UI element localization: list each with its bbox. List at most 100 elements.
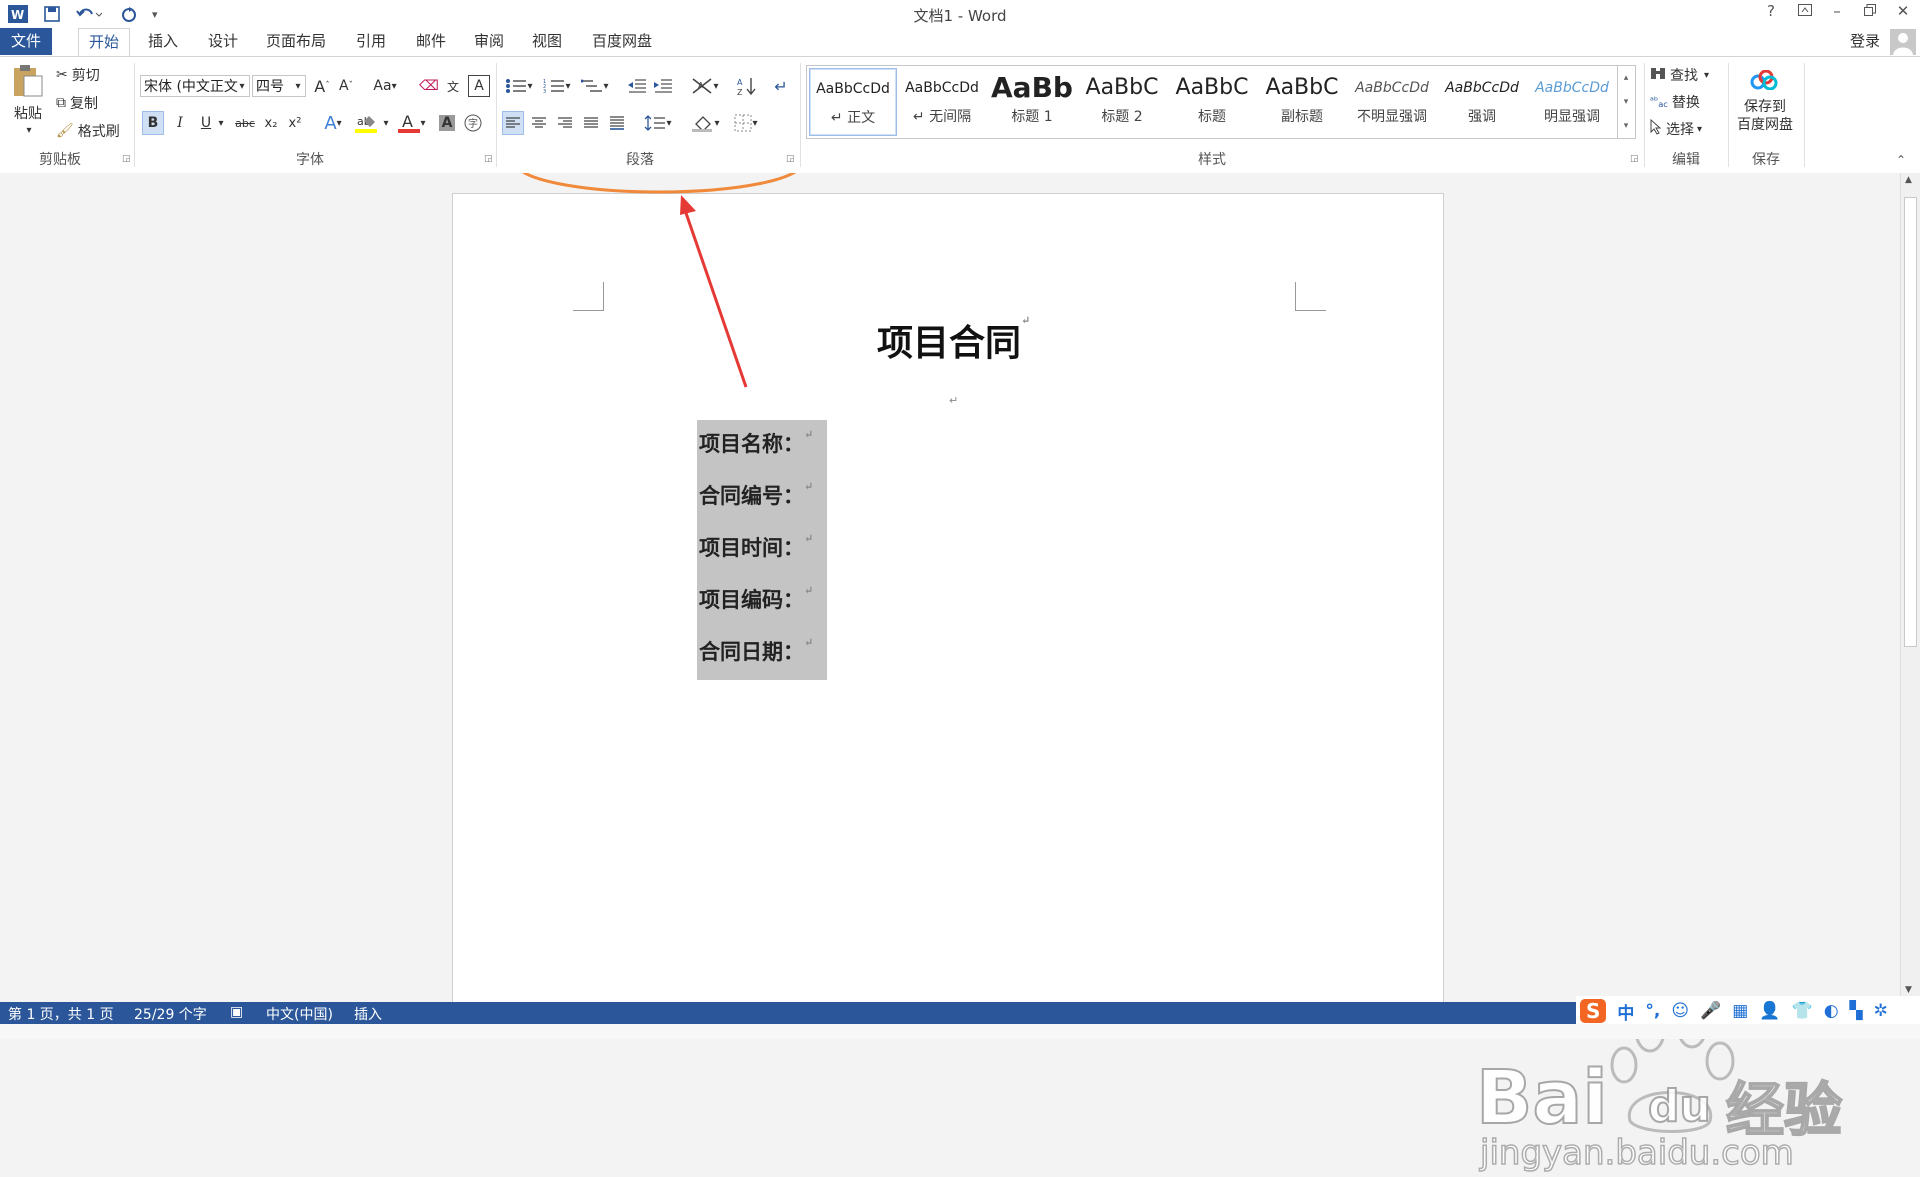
font-color-icon[interactable]: A ▾ bbox=[396, 111, 428, 135]
field-project-name[interactable]: 项目名称： ↵ bbox=[699, 428, 813, 458]
ime-user-icon[interactable]: 👤 bbox=[1759, 1001, 1780, 1021]
vertical-scrollbar[interactable]: ▲ ▼ bbox=[1900, 173, 1920, 1002]
replace-button[interactable]: ᵃᵇac 替换 bbox=[1650, 92, 1700, 112]
paste-button[interactable]: 粘贴 bbox=[10, 103, 46, 123]
tab-references[interactable]: 引用 bbox=[346, 28, 396, 55]
sort-icon[interactable]: AZ bbox=[736, 75, 758, 97]
superscript-button[interactable]: x² bbox=[284, 111, 306, 135]
style-title[interactable]: AaBbC 标题 bbox=[1169, 68, 1255, 134]
italic-button[interactable]: I bbox=[170, 111, 190, 135]
copy-button[interactable]: ⧉ 复制 bbox=[56, 93, 98, 113]
gallery-scroll[interactable]: ▴ ▾ ▾ bbox=[1617, 66, 1634, 138]
ime-settings-icon[interactable]: ✲ bbox=[1874, 1001, 1888, 1021]
document-page[interactable]: 项目合同 ↵ ↵ 项目名称： ↵ 合同编号： ↵ 项目时间： ↵ 项目编码： ↵ 合同日期… bbox=[452, 193, 1444, 1013]
sogou-icon[interactable]: S bbox=[1580, 999, 1607, 1023]
avatar[interactable] bbox=[1890, 29, 1916, 55]
ime-skin-icon[interactable]: 👕 bbox=[1792, 1001, 1813, 1021]
numbering-icon[interactable]: 1 2 3 ▾ bbox=[540, 75, 574, 97]
line-spacing-icon[interactable]: ▾ bbox=[640, 111, 676, 135]
field-project-code[interactable]: 项目编码： ↵ bbox=[699, 584, 813, 614]
status-page[interactable]: 第 1 页，共 1 页 bbox=[8, 1004, 114, 1024]
font-launcher-icon[interactable]: ◲ bbox=[484, 154, 493, 164]
field-contract-number[interactable]: 合同编号： ↵ bbox=[699, 480, 813, 510]
ime-punct-icon[interactable]: °, bbox=[1645, 1001, 1660, 1021]
tab-layout[interactable]: 页面布局 bbox=[256, 28, 336, 55]
clear-formatting-icon[interactable]: ⌫ bbox=[418, 75, 440, 97]
multilevel-list-icon[interactable]: ▾ bbox=[578, 75, 612, 97]
ime-tools-icon[interactable]: ▚ bbox=[1850, 1001, 1863, 1021]
tab-design[interactable]: 设计 bbox=[198, 28, 248, 55]
document-title[interactable]: 项目合同 ↵ bbox=[877, 314, 1030, 366]
bullets-icon[interactable]: ▾ bbox=[502, 75, 536, 97]
style-subtle-emphasis[interactable]: AaBbCcDd 不明显强调 bbox=[1349, 68, 1435, 134]
proofing-icon[interactable]: ▣ bbox=[230, 1004, 243, 1020]
style-subtitle[interactable]: AaBbC 副标题 bbox=[1259, 68, 1345, 134]
cut-button[interactable]: ✂ 剪切 bbox=[56, 65, 100, 85]
status-mode[interactable]: 插入 bbox=[354, 1004, 382, 1024]
subscript-button[interactable]: x₂ bbox=[260, 111, 282, 135]
restore-icon[interactable] bbox=[1855, 2, 1885, 20]
align-left-icon[interactable] bbox=[502, 111, 524, 135]
enclose-char-icon[interactable]: 字 bbox=[462, 111, 484, 135]
bold-button[interactable]: B bbox=[142, 111, 164, 135]
borders-icon[interactable]: ▾ bbox=[728, 111, 764, 135]
ime-chinese-icon[interactable]: 中 bbox=[1617, 999, 1634, 1024]
find-button[interactable]: 查找 ▾ bbox=[1650, 65, 1709, 85]
text-effects-icon[interactable]: A ▾ bbox=[318, 111, 348, 135]
distributed-icon[interactable] bbox=[606, 111, 628, 135]
change-case-button[interactable]: Aa ▾ bbox=[368, 75, 402, 97]
justify-icon[interactable] bbox=[580, 111, 602, 135]
char-shading-icon[interactable]: A bbox=[436, 111, 458, 135]
style-heading-2[interactable]: AaBbC 标题 2 bbox=[1079, 68, 1165, 134]
tab-insert[interactable]: 插入 bbox=[138, 28, 188, 55]
underline-dropdown-icon[interactable]: ▾ bbox=[216, 111, 226, 135]
char-border-icon[interactable]: A bbox=[468, 75, 490, 97]
paragraph-launcher-icon[interactable]: ◲ bbox=[786, 154, 795, 164]
style-no-spacing[interactable]: AaBbCcDd ↵ 无间隔 bbox=[899, 68, 985, 134]
align-center-icon[interactable] bbox=[528, 111, 550, 135]
tab-file[interactable]: 文件 bbox=[0, 28, 52, 55]
ime-emoji-icon[interactable]: ☺ bbox=[1671, 1001, 1689, 1021]
show-marks-icon[interactable]: ↵ bbox=[770, 75, 792, 97]
tab-baidu-netdisk[interactable]: 百度网盘 bbox=[582, 28, 662, 55]
paste-icon[interactable] bbox=[8, 63, 48, 99]
font-name-combo[interactable]: 宋体 (中文正文 bbox=[140, 75, 250, 97]
tab-review[interactable]: 审阅 bbox=[464, 28, 514, 55]
minimize-icon[interactable]: – bbox=[1822, 2, 1852, 20]
select-button[interactable]: 选择 ▾ bbox=[1650, 118, 1702, 139]
login-link[interactable]: 登录 bbox=[1840, 28, 1890, 55]
paste-dropdown-icon[interactable]: ▾ bbox=[24, 123, 34, 137]
style-normal[interactable]: AaBbCcDd ↵ 正文 bbox=[809, 68, 897, 136]
underline-button[interactable]: U bbox=[196, 111, 216, 135]
chinese-layout-icon[interactable]: A ▾ bbox=[688, 75, 722, 97]
shrink-font-icon[interactable]: Aˇ bbox=[336, 75, 356, 97]
strikethrough-button[interactable]: abc bbox=[232, 111, 258, 135]
scroll-up-icon[interactable]: ▲ bbox=[1905, 175, 1912, 185]
save-to-baidu-line1[interactable]: 保存到 bbox=[1732, 97, 1798, 115]
tab-view[interactable]: 视图 bbox=[522, 28, 572, 55]
status-words[interactable]: 25/29 个字 bbox=[134, 1004, 207, 1024]
gallery-down-icon[interactable]: ▾ bbox=[1618, 90, 1634, 114]
ime-voice-icon[interactable]: 🎤 bbox=[1700, 1001, 1721, 1021]
increase-indent-icon[interactable] bbox=[652, 75, 674, 97]
style-intense-emphasis[interactable]: AaBbCcDd 明显强调 bbox=[1529, 68, 1615, 134]
tab-home[interactable]: 开始 bbox=[78, 28, 131, 57]
gallery-more-icon[interactable]: ▾ bbox=[1618, 114, 1634, 138]
grow-font-icon[interactable]: Aˆ bbox=[312, 75, 332, 97]
highlight-color-icon[interactable]: ab ▾ bbox=[352, 111, 392, 135]
style-emphasis[interactable]: AaBbCcDd 强调 bbox=[1439, 68, 1525, 134]
scroll-down-icon[interactable]: ▼ bbox=[1905, 985, 1912, 995]
help-button[interactable]: ? bbox=[1756, 2, 1786, 20]
format-painter-button[interactable]: 🖌 格式刷 bbox=[56, 121, 120, 141]
baidu-cloud-icon[interactable] bbox=[1748, 67, 1780, 93]
status-language[interactable]: 中文(中国) bbox=[266, 1004, 333, 1024]
selected-text-block[interactable]: 项目名称： ↵ 合同编号： ↵ 项目时间： ↵ 项目编码： ↵ 合同日期： ↵ bbox=[697, 420, 827, 680]
phonetic-guide-icon[interactable]: 文 bbox=[442, 75, 464, 97]
decrease-indent-icon[interactable] bbox=[626, 75, 648, 97]
tab-mailings[interactable]: 邮件 bbox=[406, 28, 456, 55]
save-to-baidu-line2[interactable]: 百度网盘 bbox=[1732, 115, 1798, 133]
field-contract-date[interactable]: 合同日期： ↵ bbox=[699, 636, 813, 666]
collapse-ribbon-icon[interactable]: ⌃ bbox=[1894, 153, 1908, 167]
ime-keyboard-icon[interactable]: ▦ bbox=[1732, 1001, 1748, 1021]
clipboard-launcher-icon[interactable]: ◲ bbox=[122, 154, 131, 164]
